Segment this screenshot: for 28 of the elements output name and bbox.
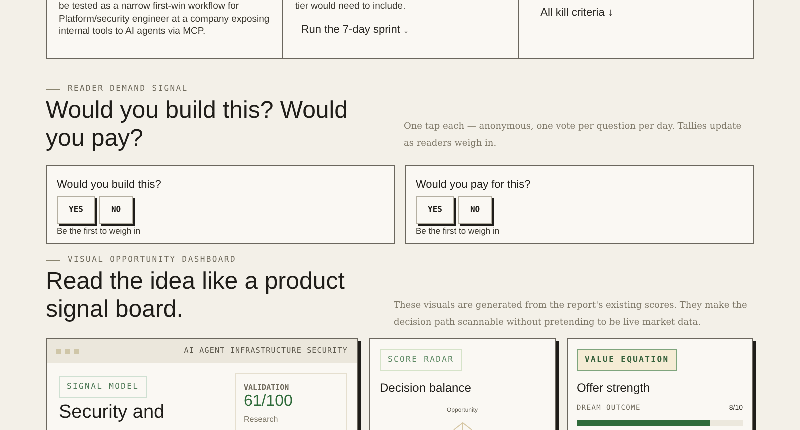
card-title: Offer strength: [577, 380, 652, 397]
section-note: These visuals are generated from the report's existing scores. They make the decision path scannable without pretending to be live market data.: [394, 300, 748, 330]
section-heading: Read the idea like a product signal board.: [46, 268, 346, 324]
vote-question: Would you pay for this?: [416, 178, 532, 193]
vote-button[interactable]: YES: [57, 196, 96, 224]
card-tag: VALUE EQUATION: [577, 349, 678, 371]
card-text: be tested as a narrow first-win workflow for Platform/security engineer at a company exposing internal tools to AI agents via MCP.: [59, 1, 270, 38]
card-tag: SIGNAL MODEL: [59, 376, 148, 398]
window-dots-icon: [56, 348, 80, 354]
section-link[interactable]: All kill criteria ↓: [540, 5, 741, 22]
card-title: Security and: [59, 402, 165, 424]
stat-note: Research: [244, 414, 280, 426]
section-eyebrow: VISUAL OPPORTUNITY DASHBOARD: [68, 254, 236, 266]
card-title: Decision balance: [380, 380, 472, 397]
card-tag: SCORE RADAR: [380, 349, 462, 371]
card-text: tier would need to include.: [295, 1, 407, 14]
section-heading: Would you build this? Would you pay?: [46, 97, 349, 153]
vote-status: Be the first to weigh in: [57, 224, 142, 238]
section-eyebrow: READER DEMAND SIGNAL: [68, 83, 188, 95]
vote-button[interactable]: YES: [416, 196, 454, 224]
section-link[interactable]: Run the 7-day sprint ↓: [295, 22, 506, 38]
vote-question: Would you build this?: [57, 178, 162, 193]
radar-chart-icon: [452, 422, 472, 430]
stat-value: 61/100: [244, 393, 294, 412]
section-note: One tap each — anonymous, one vote per question per day. Tallies update as readers weigh in.: [404, 121, 743, 151]
vote-button[interactable]: NO: [99, 196, 134, 224]
vote-status: Be the first to weigh in: [416, 224, 501, 238]
vote-button[interactable]: NO: [458, 196, 492, 224]
